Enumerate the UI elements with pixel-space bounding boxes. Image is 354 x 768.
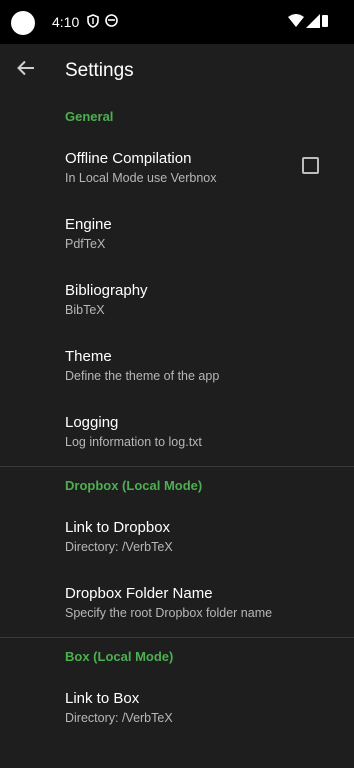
offline-compilation-checkbox[interactable] xyxy=(302,157,319,174)
battery-icon xyxy=(321,14,329,33)
pref-offline-compilation[interactable]: Offline Compilation In Local Mode use Ve… xyxy=(0,136,354,202)
pref-summary: BibTeX xyxy=(65,303,105,317)
face-icon xyxy=(105,14,118,32)
pref-summary: Specify the root Dropbox folder name xyxy=(65,606,273,620)
section-header-box: Box (Local Mode) xyxy=(65,649,174,664)
app-bar: Settings xyxy=(0,44,354,98)
pref-title: Link to Box xyxy=(65,690,140,707)
arrow-left-icon xyxy=(17,60,35,81)
pref-title: Bibliography xyxy=(65,282,148,299)
section-header-dropbox: Dropbox (Local Mode) xyxy=(65,478,203,493)
pref-summary: PdfTeX xyxy=(65,237,106,251)
page-title: Settings xyxy=(65,60,134,81)
pref-title: Dropbox Folder Name xyxy=(65,585,213,602)
camera-cutout xyxy=(11,11,35,35)
pref-summary: Directory: /VerbTeX xyxy=(65,711,173,725)
pref-bibliography[interactable]: Bibliography BibTeX xyxy=(0,268,354,334)
status-bar: 4:10 xyxy=(0,0,354,44)
pref-dropbox-folder-name[interactable]: Dropbox Folder Name Specify the root Dro… xyxy=(0,571,354,637)
pref-title: Logging xyxy=(65,414,119,431)
pref-link-box[interactable]: Link to Box Directory: /VerbTeX xyxy=(0,676,354,742)
signal-icon xyxy=(306,14,320,33)
pref-engine[interactable]: Engine PdfTeX xyxy=(0,202,354,268)
pref-logging[interactable]: Logging Log information to log.txt xyxy=(0,400,354,466)
section-header-general: General xyxy=(65,109,114,124)
back-button[interactable] xyxy=(12,56,40,84)
pref-theme[interactable]: Theme Define the theme of the app xyxy=(0,334,354,400)
pref-summary: Log information to log.txt xyxy=(65,435,202,449)
pref-title: Offline Compilation xyxy=(65,150,192,167)
pref-title: Engine xyxy=(65,216,112,233)
wifi-icon xyxy=(288,14,304,33)
pref-summary: In Local Mode use Verbnox xyxy=(65,171,217,185)
settings-list: General Offline Compilation In Local Mod… xyxy=(0,98,354,742)
pref-summary: Define the theme of the app xyxy=(65,369,220,383)
pref-link-dropbox[interactable]: Link to Dropbox Directory: /VerbTeX xyxy=(0,505,354,571)
pref-title: Link to Dropbox xyxy=(65,519,171,536)
shield-icon xyxy=(87,14,99,33)
status-time: 4:10 xyxy=(52,14,80,30)
pref-title: Theme xyxy=(65,348,112,365)
pref-summary: Directory: /VerbTeX xyxy=(65,540,173,554)
